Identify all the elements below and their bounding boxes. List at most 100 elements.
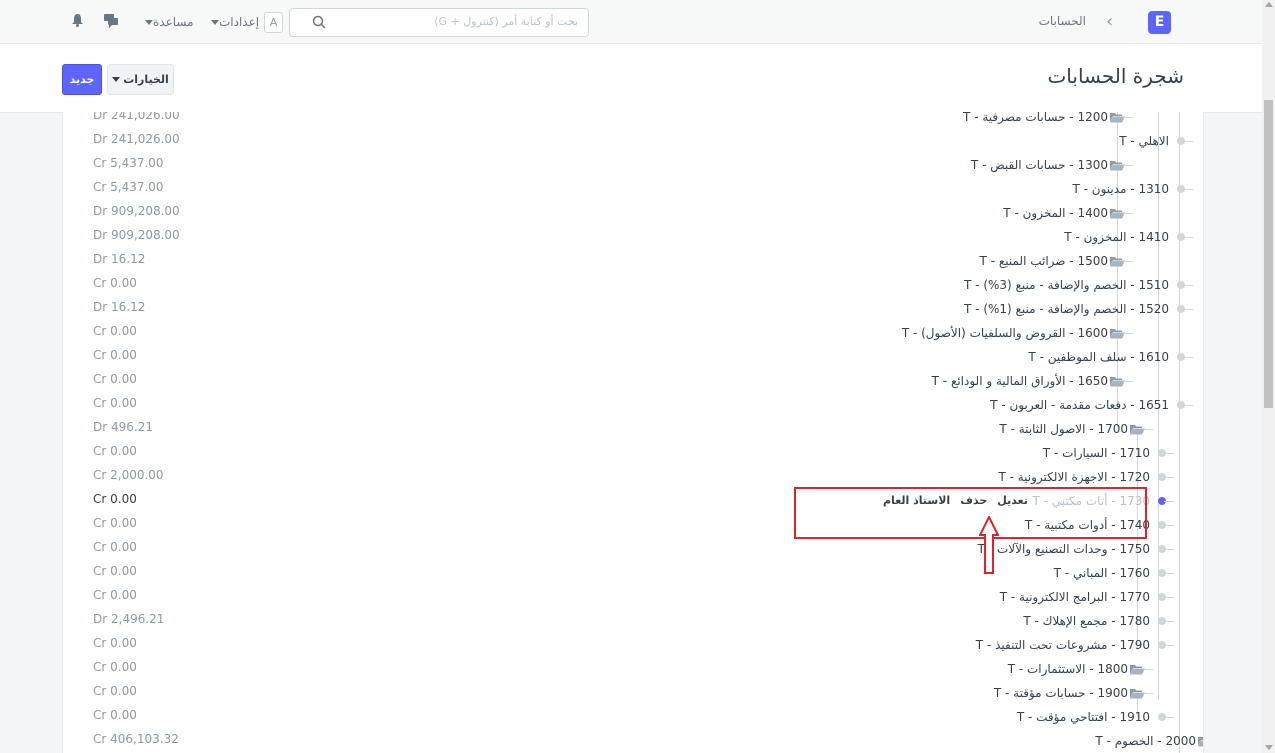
account-balance: Cr 0.00 bbox=[93, 660, 137, 674]
tree-leaf-node[interactable]: الاهلي - T bbox=[1119, 129, 1185, 153]
tree-connector bbox=[1164, 597, 1174, 598]
account-balance: Dr 241,026.00 bbox=[93, 132, 180, 146]
tree-node-label: 1500 - ضرائب المنبع - T bbox=[979, 254, 1108, 268]
account-balance: Cr 0.00 bbox=[93, 444, 137, 458]
tree-node-label: 1600 - القروض والسلفيات (الأصول) - T bbox=[901, 326, 1108, 340]
new-button[interactable]: جديد bbox=[62, 64, 102, 95]
tree-leaf-node[interactable]: 1720 - الاجهزة الالكترونية - T bbox=[998, 465, 1166, 489]
tree-group-node[interactable]: 1800 - الاستثمارات - T bbox=[1008, 657, 1145, 681]
search-input[interactable]: بحث أو كتابة أمر (كنترول + G) bbox=[434, 15, 578, 28]
tree-connector bbox=[1183, 309, 1193, 310]
account-balance: Dr 16.12 bbox=[93, 300, 146, 314]
options-button[interactable]: الخيارات bbox=[107, 64, 174, 95]
tree-leaf-node[interactable]: 1520 - الخصم والإضافة - منبع (1%) - T bbox=[964, 297, 1185, 321]
tree-leaf-node[interactable]: 1710 - السيارات - T bbox=[1043, 441, 1166, 465]
settings-label: إعدادات bbox=[219, 15, 260, 29]
tree-leaf-node[interactable]: 1750 - وحدات التصنيع والآلات - T bbox=[978, 537, 1166, 561]
tree-leaf-node[interactable]: 1610 - سلف الموظفين - T bbox=[1028, 345, 1185, 369]
search-box[interactable]: بحث أو كتابة أمر (كنترول + G) bbox=[289, 8, 589, 37]
tree-connector bbox=[1183, 285, 1193, 286]
scroll-down-arrow-icon[interactable] bbox=[1265, 745, 1273, 750]
tree-connector bbox=[1183, 141, 1193, 142]
tree-node-label: 1610 - سلف الموظفين - T bbox=[1028, 350, 1169, 364]
help-label: مساعدة bbox=[153, 15, 194, 29]
account-balance: Cr 0.00 bbox=[93, 540, 137, 554]
tree-leaf-node[interactable]: 1651 - دفعات مقدمة - العربون - T bbox=[990, 393, 1185, 417]
tree-node-label: 1651 - دفعات مقدمة - العربون - T bbox=[990, 398, 1169, 412]
folder-icon bbox=[1198, 736, 1203, 746]
bell-icon[interactable] bbox=[71, 13, 84, 27]
account-balance: Cr 0.00 bbox=[93, 564, 137, 578]
tree-connector bbox=[1143, 669, 1153, 670]
account-balance: Dr 909,208.00 bbox=[93, 204, 180, 218]
account-balance: Dr 241,026.00 bbox=[93, 112, 180, 122]
tree-leaf-node[interactable]: 1780 - مجمع الإهلاك - T bbox=[1023, 609, 1166, 633]
tree-connector bbox=[1164, 501, 1174, 502]
scrollbar[interactable] bbox=[1262, 0, 1275, 753]
account-balance: Cr 0.00 bbox=[93, 372, 137, 386]
tree-group-node[interactable]: 1300 - حسابات القبض - T bbox=[971, 153, 1125, 177]
account-balance: Cr 0.00 bbox=[93, 348, 137, 362]
tree-leaf-node[interactable]: 1310 - مدينون - T bbox=[1072, 177, 1185, 201]
chat-icon[interactable] bbox=[103, 13, 119, 28]
tree-connector bbox=[1123, 333, 1133, 334]
account-balance: Dr 2,496.21 bbox=[93, 612, 165, 626]
tree-group-node[interactable]: 1400 - المخزون - T bbox=[1003, 201, 1125, 225]
avatar[interactable]: A bbox=[264, 12, 283, 33]
highlight-box bbox=[794, 487, 1147, 539]
tree-leaf-node[interactable]: 1790 - مشروعات تحت التنفيذ - T bbox=[976, 633, 1166, 657]
tree-connector bbox=[1164, 645, 1174, 646]
tree-node-label: 1800 - الاستثمارات - T bbox=[1007, 662, 1128, 676]
tree-node-label: 1410 - المخزون - T bbox=[1064, 230, 1169, 244]
tree-node-label: 1310 - مدينون - T bbox=[1072, 182, 1169, 196]
tree-connector bbox=[1183, 405, 1193, 406]
tree-connector bbox=[1183, 189, 1193, 190]
tree-group-node[interactable]: 1900 - حسابات مؤقتة - T bbox=[994, 681, 1145, 705]
tree-group-node[interactable]: 1200 - حسابات مصرفية - T bbox=[963, 112, 1125, 129]
tree-connector bbox=[1183, 237, 1193, 238]
account-balance: Cr 2,000.00 bbox=[93, 468, 164, 482]
scroll-up-arrow-icon[interactable] bbox=[1265, 2, 1273, 7]
breadcrumb[interactable]: الحسابات bbox=[1039, 14, 1086, 28]
tree-node-label: 1790 - مشروعات تحت التنفيذ - T bbox=[975, 638, 1150, 652]
tree-line bbox=[1179, 112, 1180, 753]
tree-leaf-node[interactable]: 1910 - افتتاحي مؤقت - T bbox=[1017, 705, 1166, 729]
chevron-down-icon bbox=[112, 77, 121, 82]
page-title: شجرة الحسابات bbox=[1047, 64, 1184, 88]
tree-connector bbox=[1183, 357, 1193, 358]
account-tree: 1200 - حسابات مصرفية - T Dr 241,026.00 الا… bbox=[62, 112, 1204, 753]
scrollbar-thumb[interactable] bbox=[1264, 100, 1273, 408]
account-balance: Cr 5,437.00 bbox=[93, 180, 164, 194]
tree-node-label: 1760 - المباني - T bbox=[1053, 566, 1150, 580]
tree-group-node[interactable]: 1500 - ضرائب المنبع - T bbox=[980, 249, 1125, 273]
tree-node-label: 1750 - وحدات التصنيع والآلات - T bbox=[977, 542, 1150, 556]
app-logo[interactable]: E bbox=[1148, 11, 1171, 34]
tree-leaf-node[interactable]: 1410 - المخزون - T bbox=[1064, 225, 1185, 249]
tree-node-label: 1400 - المخزون - T bbox=[1003, 206, 1108, 220]
options-label: الخيارات bbox=[123, 73, 169, 86]
account-balance: Cr 0.00 bbox=[93, 636, 137, 650]
tree-node-label: 1650 - الأوراق المالية و الودائع - T bbox=[931, 374, 1108, 388]
account-balance: Cr 0.00 bbox=[93, 708, 137, 722]
account-balance: Cr 0.00 bbox=[93, 492, 137, 506]
account-balance: Dr 16.12 bbox=[93, 252, 146, 266]
tree-leaf-node[interactable]: 1770 - البرامج الالكترونية - T bbox=[1000, 585, 1166, 609]
tree-node-label: 1300 - حسابات القبض - T bbox=[970, 158, 1108, 172]
tree-node-label: 2000 - الخصوم - T bbox=[1095, 734, 1196, 748]
tree-group-node[interactable]: 1700 - الاصول الثابتة - T bbox=[999, 417, 1145, 441]
help-menu[interactable]: مساعدة bbox=[142, 15, 194, 29]
tree-leaf-node[interactable]: 1760 - المباني - T bbox=[1054, 561, 1166, 585]
tree-connector bbox=[1143, 429, 1153, 430]
tree-node-label: الاهلي - T bbox=[1119, 134, 1169, 148]
settings-menu[interactable]: إعدادات bbox=[208, 15, 259, 29]
tree-leaf-node[interactable]: 1510 - الخصم والإضافة - منبع (3%) - T bbox=[964, 273, 1185, 297]
page-head: شجرة الحسابات جديد الخيارات bbox=[0, 44, 1262, 113]
tree-group-node[interactable]: 1600 - القروض والسلفيات (الأصول) - T bbox=[902, 321, 1125, 345]
tree-node-label: 1720 - الاجهزة الالكترونية - T bbox=[998, 470, 1150, 484]
tree-group-node[interactable]: 1650 - الأوراق المالية و الودائع - T bbox=[932, 369, 1125, 393]
tree-connector bbox=[1164, 549, 1174, 550]
tree-node-label: 1710 - السيارات - T bbox=[1042, 446, 1150, 460]
tree-group-node[interactable]: 2000 - الخصوم - T bbox=[1095, 729, 1203, 753]
account-balance: Cr 0.00 bbox=[93, 396, 137, 410]
account-balance: Cr 0.00 bbox=[93, 684, 137, 698]
